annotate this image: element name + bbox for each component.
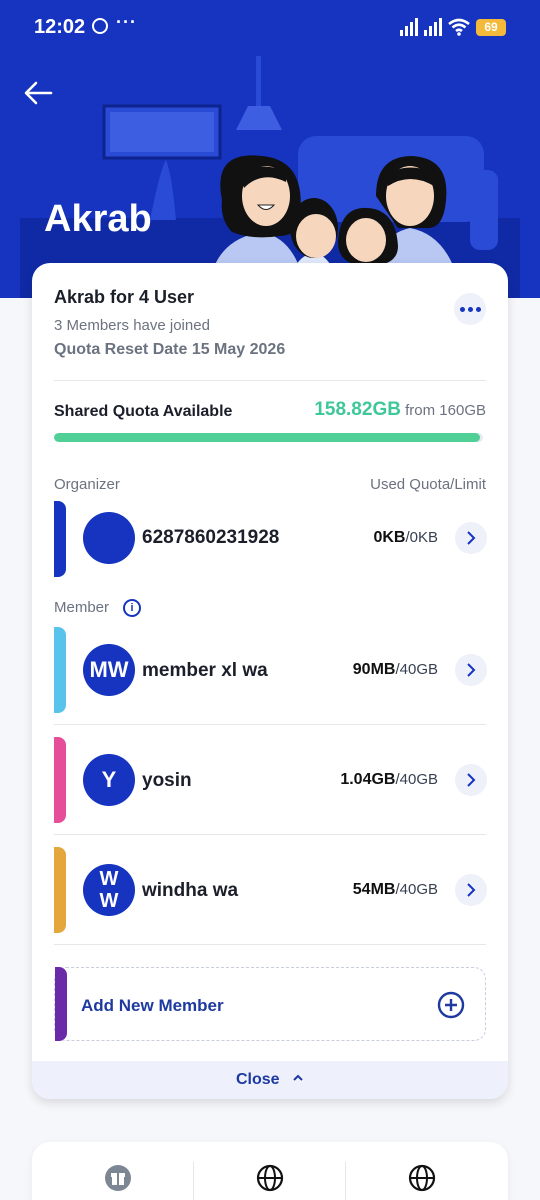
shared-quota-available: 158.82GB <box>314 399 401 420</box>
member-name: windha wa <box>142 880 239 901</box>
limit-value: /0KB <box>405 529 438 546</box>
battery-icon: 69 <box>476 19 506 36</box>
member-row[interactable]: W W windha wa 54MB/40GB <box>32 847 508 935</box>
close-button[interactable]: Close <box>32 1061 508 1099</box>
globe-icon[interactable] <box>256 1164 284 1192</box>
status-right: 69 <box>400 18 506 36</box>
whatsapp-icon <box>92 18 108 34</box>
back-arrow-icon[interactable] <box>22 78 54 108</box>
avatar <box>83 512 135 564</box>
package-card: Akrab for 4 User 3 Members have joined Q… <box>32 263 508 1099</box>
member-name: yosin <box>142 770 192 791</box>
quota-reset-date: Quota Reset Date 15 May 2026 <box>54 341 286 358</box>
shared-quota-label: Shared Quota Available <box>54 403 233 420</box>
organizer-label: Organizer <box>54 476 120 493</box>
avatar: W W <box>83 864 135 916</box>
used-value: 0KB <box>373 529 406 546</box>
hero-banner: 12:02 ··· 69 Akrab <box>0 0 540 298</box>
members-joined-text: 3 Members have joined <box>54 317 210 334</box>
add-circle-icon <box>437 991 465 1019</box>
gift-icon[interactable] <box>104 1164 132 1192</box>
bottom-menu <box>32 1142 508 1200</box>
limit-value: /40GB <box>395 771 438 788</box>
used-quota: 90MB/40GB <box>353 661 438 679</box>
divider <box>54 834 486 835</box>
member-row[interactable]: Y yosin 1.04GB/40GB <box>32 737 508 825</box>
more-options-button[interactable] <box>454 293 486 325</box>
chevron-right-icon[interactable] <box>455 654 487 686</box>
used-quota: 0KB/0KB <box>373 529 438 547</box>
limit-value: /40GB <box>395 661 438 678</box>
chevron-right-icon[interactable] <box>455 522 487 554</box>
status-time: 12:02 <box>34 16 86 38</box>
divider <box>54 944 486 945</box>
member-row[interactable]: MW member xl wa 90MB/40GB <box>32 627 508 715</box>
member-name: member xl wa <box>142 660 268 681</box>
shared-quota-value: 158.82GB from 160GB <box>314 399 486 421</box>
wifi-icon <box>448 18 470 36</box>
signal-icon <box>400 18 418 36</box>
status-bar: 12:02 ··· 69 <box>0 0 540 56</box>
quota-progress-fill <box>54 433 480 442</box>
more-notifications-icon: ··· <box>116 12 137 32</box>
shared-quota-total: from 160GB <box>400 402 486 419</box>
used-quota: 1.04GB/40GB <box>340 771 438 789</box>
used-value: 1.04GB <box>340 771 396 788</box>
chevron-right-icon[interactable] <box>455 874 487 906</box>
divider <box>54 380 486 381</box>
close-label: Close <box>235 1071 280 1088</box>
avatar: Y <box>83 754 135 806</box>
divider <box>54 724 486 725</box>
used-value: 54MB <box>352 881 396 898</box>
add-member-label: Add New Member <box>81 996 224 1015</box>
limit-value: /40GB <box>395 881 438 898</box>
row-accent <box>54 737 66 823</box>
row-accent <box>54 627 66 713</box>
chevron-up-icon <box>293 1074 303 1081</box>
globe-icon[interactable] <box>408 1164 436 1192</box>
used-quota: 54MB/40GB <box>353 881 438 899</box>
row-accent <box>54 847 66 933</box>
row-accent <box>55 967 67 1041</box>
add-member-button[interactable]: Add New Member <box>54 967 486 1041</box>
row-accent <box>54 501 66 577</box>
used-value: 90MB <box>352 661 396 678</box>
member-label: Member <box>54 599 110 616</box>
info-icon[interactable]: i <box>123 599 141 617</box>
used-quota-header: Used Quota/Limit <box>370 476 486 493</box>
divider <box>345 1162 346 1200</box>
chevron-right-icon[interactable] <box>455 764 487 796</box>
quota-progress-bar <box>54 433 483 442</box>
page-title: Akrab <box>44 198 152 240</box>
organizer-number: 6287860231928 <box>142 527 280 548</box>
package-name: Akrab for 4 User <box>54 287 195 307</box>
divider <box>193 1162 194 1200</box>
avatar: MW <box>83 644 135 696</box>
signal-icon <box>424 18 442 36</box>
organizer-row[interactable]: 6287860231928 0KB/0KB <box>32 501 508 589</box>
